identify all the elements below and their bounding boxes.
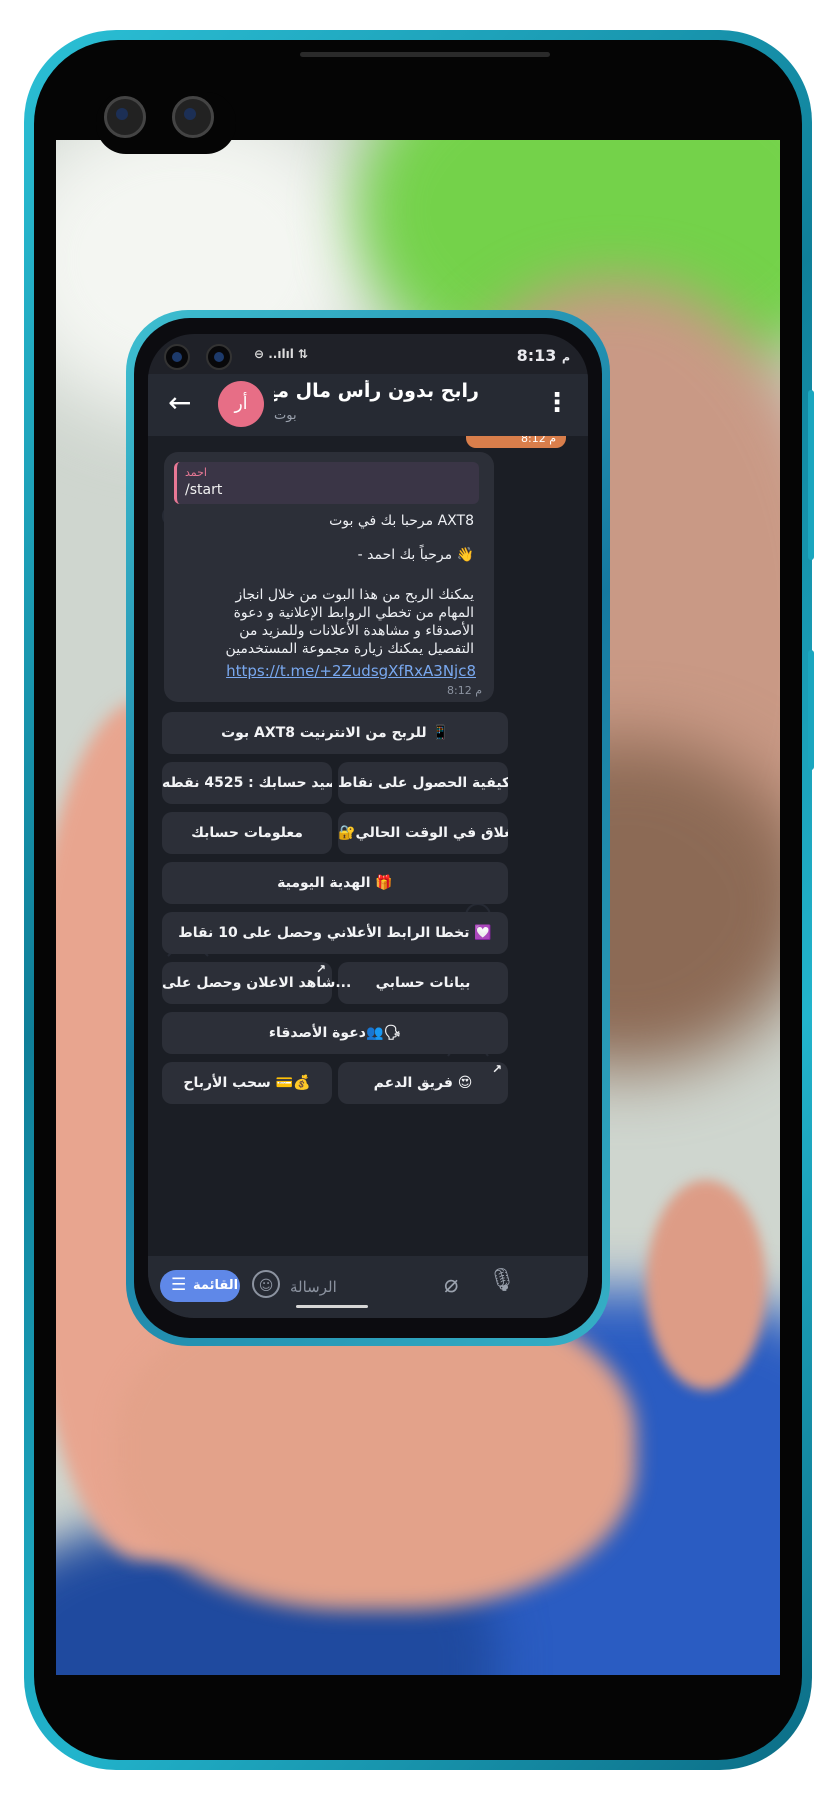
volume-button — [808, 390, 814, 560]
signal-icons: ⊖ ..ılıl ⇅ — [254, 347, 309, 361]
message-input-bar: ☰ القائمة ☺ ⌀ 🎙 — [148, 1256, 588, 1318]
chat-title[interactable]: رابح بدون رأس مال مع AXT8 — [274, 380, 479, 402]
keyboard-button-bot-intro[interactable]: بوت AXT8 للربح من الانترنيت 📱 — [162, 712, 508, 754]
chat-header: ← أر رابح بدون رأس مال مع AXT8 بوت ⋮ — [148, 374, 588, 436]
message-text-line: الأصدقاء و مشاهدة الأعلانات وللمزيد من — [239, 623, 474, 639]
message-link[interactable]: https://t.me/+2ZudsgXfRxA3Njc8 — [226, 662, 476, 680]
camera-lens-icon — [172, 96, 214, 138]
message-text-line: - مرحباً بك احمد 👋 — [357, 547, 474, 563]
message-text-line: التفصيل يمكنك زيارة مجموعة المستخدمين — [225, 641, 474, 657]
external-link-icon: ↗ — [315, 962, 326, 976]
attach-icon[interactable]: ⌀ — [444, 1270, 458, 1298]
status-bar: ⊖ ..ılıl ⇅ 8:13 م — [148, 334, 588, 374]
keyboard-button-invite-friends[interactable]: دعوة الأصدقاء👥🗣 — [162, 1012, 508, 1054]
keyboard-button-skip-link[interactable]: تخطا الرابط الأعلاني وحصل على 10 نقاط 💟 — [162, 912, 508, 954]
external-link-icon: ↗ — [491, 1062, 502, 1076]
camera-lens-icon — [206, 344, 232, 370]
chat-subtitle: بوت — [274, 408, 297, 423]
home-indicator[interactable] — [296, 1305, 368, 1308]
emoji-icon[interactable]: ☺ — [252, 1270, 280, 1298]
bot-menu-button[interactable]: ☰ القائمة — [160, 1270, 240, 1302]
keyboard-button-account-info[interactable]: معلومات حسابك — [162, 812, 332, 854]
chat-area[interactable]: 8:12 م احمد /start مرحبا بك في بوت AXT8 … — [148, 436, 588, 1256]
reply-sender-name: احمد — [185, 466, 207, 479]
earpiece-speaker — [300, 52, 550, 57]
keyboard-button-watch-ad[interactable]: شاهد الاعلان وحصل على... ↗ — [162, 962, 351, 1004]
previous-message-bubble: 8:12 م — [466, 436, 566, 448]
reply-text: /start — [185, 482, 223, 498]
message-text-line: يمكنك الربح من هذا البوت من خلال انجاز — [235, 587, 474, 603]
power-button — [808, 650, 814, 770]
microphone-icon[interactable]: 🎙 — [488, 1268, 516, 1293]
support-team-label: فريق الدعم 😍 — [373, 1075, 473, 1091]
keyboard-button-daily-gift[interactable]: الهدية اليومية 🎁 — [162, 862, 508, 904]
message-text-line: المهام من تخطي الروابط الإعلانية و دعوة — [233, 605, 474, 621]
more-menu-icon[interactable]: ⋮ — [544, 388, 570, 418]
keyboard-button-support-team[interactable]: فريق الدعم 😍 ↗ — [338, 1062, 508, 1104]
keyboard-button-withdraw[interactable]: سحب الأرباح 💳💰 — [162, 1062, 332, 1104]
bot-message-bubble: احمد /start مرحبا بك في بوت AXT8 - مرحبا… — [164, 452, 494, 702]
status-time: 8:13 م — [516, 346, 570, 365]
keyboard-button-closed[interactable]: 🔐مغلاق في الوقت الحالي — [338, 812, 508, 854]
inner-phone-bezel: ⊖ ..ılıl ⇅ 8:13 م ← أر رابح بدون رأس مال… — [134, 318, 602, 1338]
back-arrow-icon[interactable]: ← — [168, 386, 191, 419]
keyboard-button-how-to-get-points[interactable]: كيفية الحصول على نقاط — [338, 762, 508, 804]
inner-phone-frame: ⊖ ..ılıl ⇅ 8:13 م ← أر رابح بدون رأس مال… — [126, 310, 610, 1346]
camera-lens-icon — [104, 96, 146, 138]
keyboard-button-balance[interactable]: رصيد حسابك : 4525 نقطه — [162, 762, 332, 804]
camera-lens-icon — [164, 344, 190, 370]
avatar[interactable]: أر — [218, 381, 264, 427]
bot-menu-label: القائمة — [193, 1278, 239, 1293]
message-text-line: مرحبا بك في بوت AXT8 — [329, 513, 474, 529]
telegram-screen: ⊖ ..ılıl ⇅ 8:13 م ← أر رابح بدون رأس مال… — [148, 334, 588, 1318]
message-time: 8:12 م — [446, 684, 482, 697]
keyboard-button-my-account-data[interactable]: بيانات حسابي — [338, 962, 508, 1004]
menu-icon: ☰ — [171, 1275, 187, 1295]
message-input[interactable] — [288, 1274, 412, 1300]
reply-preview[interactable]: احمد /start — [174, 462, 479, 504]
